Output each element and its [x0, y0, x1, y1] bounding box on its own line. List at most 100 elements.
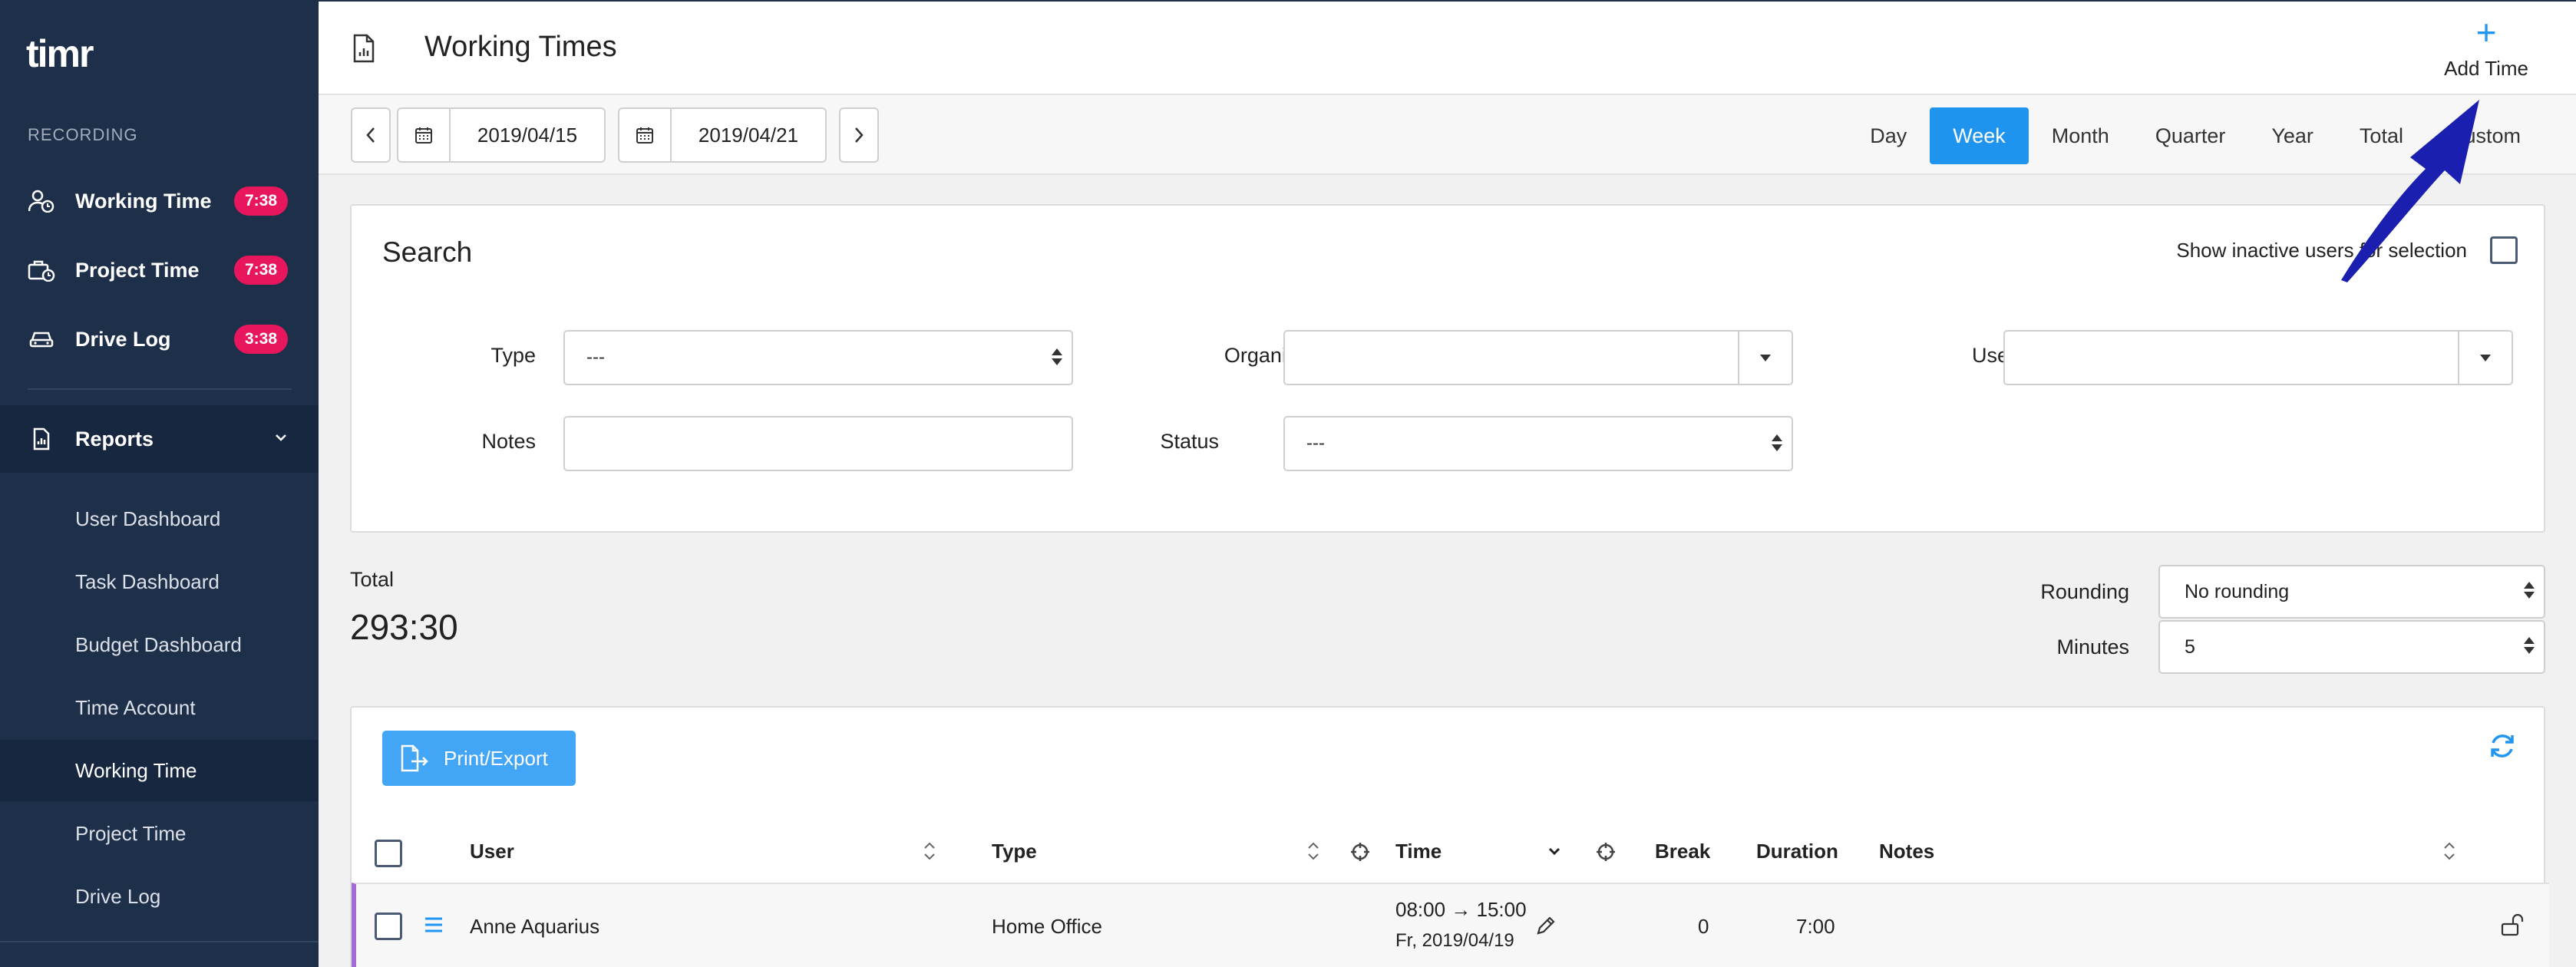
minutes-label: Minutes [2056, 635, 2129, 658]
minutes-select[interactable]: 5 [2158, 620, 2545, 674]
tab-year[interactable]: Year [2248, 107, 2337, 164]
caret-down-icon[interactable] [2458, 332, 2512, 384]
row-user: Anne Aquarius [470, 915, 600, 938]
type-select[interactable]: --- [563, 330, 1073, 385]
next-period-button[interactable] [839, 107, 879, 163]
status-select-value: --- [1306, 433, 1325, 454]
show-inactive-users-checkbox[interactable] [2490, 236, 2518, 264]
date-from-field[interactable]: 2019/04/15 [397, 107, 606, 163]
calendar-icon[interactable] [398, 109, 451, 161]
user-select[interactable] [2003, 330, 2513, 385]
calendar-icon[interactable] [619, 109, 672, 161]
sidebar-subitem-task-dashboard[interactable]: Task Dashboard [0, 551, 319, 612]
sidebar-subitem-time-account[interactable]: Time Account [0, 677, 319, 738]
select-arrows-icon [2524, 582, 2535, 599]
range-tabs: Day Week Month Quarter Year Total Custom [1847, 107, 2544, 164]
tab-custom[interactable]: Custom [2426, 107, 2544, 164]
sidebar-item-label: Reports [75, 427, 154, 450]
select-arrows-icon [2524, 637, 2535, 654]
tab-total[interactable]: Total [2337, 107, 2426, 164]
sidebar-item-label: Project Time [75, 258, 200, 282]
tab-day[interactable]: Day [1847, 107, 1930, 164]
previous-period-button[interactable] [351, 107, 391, 163]
date-from-value: 2019/04/15 [477, 123, 578, 147]
sort-icon[interactable] [1306, 840, 1320, 866]
car-icon [26, 329, 57, 349]
section-label-recording: RECORDING [28, 125, 138, 144]
row-type: Home Office [992, 915, 1103, 938]
minutes-select-value: 5 [2185, 635, 2195, 658]
select-arrows-icon [1052, 348, 1062, 365]
table-row[interactable]: Anne Aquarius Home Office 08:00 → 15:00 … [352, 883, 2549, 967]
status-label: Status [1160, 430, 1219, 453]
sidebar-divider [28, 388, 292, 390]
unlock-icon[interactable] [2501, 913, 2527, 940]
row-checkbox[interactable] [375, 913, 402, 940]
select-all-checkbox[interactable] [375, 840, 402, 867]
chevron-down-icon [274, 432, 288, 446]
show-inactive-users-toggle[interactable]: Show inactive users for selection [2176, 236, 2518, 264]
column-header-user[interactable]: User [470, 840, 514, 863]
sidebar-item-label: Drive Log [75, 327, 171, 351]
notes-input[interactable] [563, 416, 1073, 471]
report-icon [352, 34, 375, 67]
sidebar-item-project-time[interactable]: Project Time 7:38 [0, 239, 319, 301]
type-label: Type [490, 344, 536, 367]
sort-icon[interactable] [923, 840, 936, 866]
plus-icon: + [2475, 12, 2497, 52]
sidebar-item-reports[interactable]: Reports [0, 405, 319, 473]
sidebar-subitem-budget-dashboard[interactable]: Budget Dashboard [0, 614, 319, 675]
results-panel: Print/Export User Type Time Break Durati… [350, 706, 2549, 967]
sidebar-subitem-user-dashboard[interactable]: User Dashboard [0, 488, 319, 550]
sidebar-subitem-drive-log[interactable]: Drive Log [0, 866, 319, 927]
total-value: 293:30 [350, 607, 458, 647]
status-badge: 7:38 [233, 186, 288, 216]
tab-month[interactable]: Month [2029, 107, 2132, 164]
rounding-label: Rounding [2040, 580, 2129, 603]
chevron-left-icon [366, 127, 375, 143]
pencil-icon[interactable] [1535, 915, 1557, 940]
briefcase-clock-icon [26, 259, 57, 282]
status-badge: 3:38 [233, 325, 288, 354]
chevron-down-icon[interactable] [1547, 846, 1561, 860]
row-date: Fr, 2019/04/19 [1395, 930, 1514, 951]
crosshair-icon[interactable] [1349, 841, 1371, 866]
row-duration: 7:00 [1796, 915, 1835, 938]
add-time-button[interactable]: + Add Time [2444, 12, 2528, 81]
sidebar-divider [0, 941, 319, 942]
date-toolbar: 2019/04/15 2019/04/21 Day Week Month Qua… [319, 95, 2576, 175]
crosshair-icon[interactable] [1595, 841, 1617, 866]
sidebar-item-working-time[interactable]: Working Time 7:38 [0, 170, 319, 232]
column-header-break[interactable]: Break [1655, 840, 1710, 863]
caret-down-icon[interactable] [1738, 332, 1792, 384]
sidebar: timr RECORDING Working Time 7:38 Project… [0, 0, 319, 967]
rounding-select-value: No rounding [2185, 580, 2290, 602]
timr-logo[interactable]: timr [26, 31, 94, 77]
column-header-time[interactable]: Time [1395, 840, 1442, 863]
tab-quarter[interactable]: Quarter [2132, 107, 2249, 164]
sidebar-item-drive-log[interactable]: Drive Log 3:38 [0, 309, 319, 370]
print-export-button[interactable]: Print/Export [382, 731, 576, 786]
sort-icon[interactable] [2442, 840, 2456, 866]
notes-label: Notes [481, 430, 536, 453]
column-header-type[interactable]: Type [992, 840, 1037, 863]
organization-select[interactable] [1283, 330, 1793, 385]
row-break: 0 [1698, 915, 1709, 938]
chevron-right-icon [855, 127, 864, 143]
date-to-value: 2019/04/21 [698, 123, 799, 147]
date-to-field[interactable]: 2019/04/21 [618, 107, 827, 163]
rounding-select[interactable]: No rounding [2158, 565, 2545, 619]
user-clock-icon [26, 190, 57, 213]
tab-week[interactable]: Week [1930, 107, 2029, 164]
sidebar-subitem-working-time[interactable]: Working Time [0, 740, 319, 801]
menu-icon[interactable] [424, 916, 444, 937]
status-select[interactable]: --- [1283, 416, 1793, 471]
select-arrows-icon [1772, 434, 1782, 451]
sidebar-subitem-project-time[interactable]: Project Time [0, 803, 319, 864]
refresh-icon[interactable] [2487, 731, 2518, 765]
column-header-duration[interactable]: Duration [1756, 840, 1838, 863]
sidebar-item-label: Working Time [75, 189, 212, 213]
show-inactive-users-label: Show inactive users for selection [2176, 238, 2467, 262]
search-panel: Search Show inactive users for selection… [350, 204, 2545, 533]
column-header-notes[interactable]: Notes [1879, 840, 1934, 863]
